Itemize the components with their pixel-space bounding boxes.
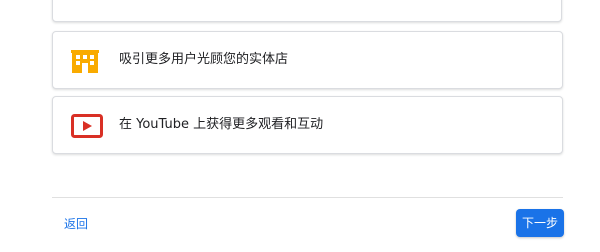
next-button[interactable]: 下一步 <box>516 209 564 237</box>
goal-label-store-visits: 吸引更多用户光顾您的实体店 <box>119 52 289 67</box>
goal-card-partial[interactable] <box>52 0 562 22</box>
goal-label-youtube-engagement: 在 YouTube 上获得更多观看和互动 <box>119 117 324 132</box>
goal-card-store-visits[interactable]: 吸引更多用户光顾您的实体店 <box>52 31 563 89</box>
storefront-icon <box>71 47 101 73</box>
footer-divider <box>52 197 563 198</box>
goal-selection-page: 吸引更多用户光顾您的实体店 在 YouTube 上获得更多观看和互动 返回 下一… <box>0 0 600 252</box>
goal-card-youtube-engagement[interactable]: 在 YouTube 上获得更多观看和互动 <box>52 96 563 154</box>
youtube-play-icon <box>71 114 103 140</box>
back-link[interactable]: 返回 <box>64 216 88 232</box>
